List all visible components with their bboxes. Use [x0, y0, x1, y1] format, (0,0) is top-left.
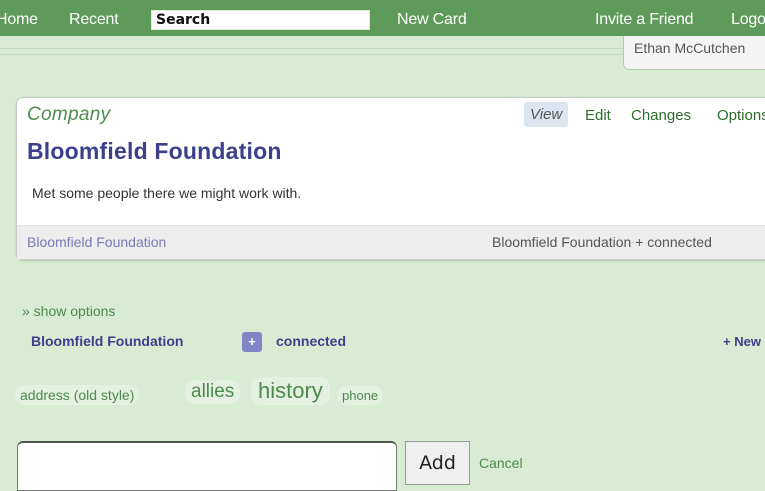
nav-recent-link[interactable]: Recent [69, 11, 119, 29]
nav-invite-link[interactable]: Invite a Friend [595, 11, 694, 29]
card-type-label[interactable]: Company [27, 104, 110, 126]
company-card: Company View Edit Changes Options Bloomf… [16, 97, 765, 260]
user-account-box: Ethan McCutchen [623, 36, 765, 70]
tag-allies[interactable]: allies [185, 380, 241, 404]
plus-icon[interactable]: + [242, 332, 262, 352]
tag-phone[interactable]: phone [337, 386, 384, 405]
add-button[interactable]: Add [405, 441, 470, 485]
footer-connected-link[interactable]: Bloomfield Foundation + connected [492, 234, 712, 250]
search-input[interactable] [151, 10, 370, 30]
nav-new-card-link[interactable]: New Card [397, 11, 467, 29]
relation-right-link[interactable]: connected [276, 333, 346, 349]
divider-line [0, 54, 623, 55]
cancel-link[interactable]: Cancel [479, 455, 523, 471]
footer-card-link[interactable]: Bloomfield Foundation [27, 234, 166, 250]
show-options-link[interactable]: » show options [22, 303, 115, 319]
new-relation-link[interactable]: + New [723, 334, 761, 349]
top-navigation-bar: Home Recent New Card Invite a Friend Log… [0, 0, 765, 36]
tab-view[interactable]: View [524, 102, 569, 127]
card-body-text: Met some people there we might work with… [32, 185, 302, 201]
nav-logout-link[interactable]: Logout [731, 11, 765, 29]
user-name-link[interactable]: Ethan McCutchen [634, 40, 745, 56]
tab-options[interactable]: Options [717, 107, 765, 124]
tag-history[interactable]: history [251, 377, 330, 405]
card-title: Bloomfield Foundation [27, 138, 282, 164]
tag-address-old-style[interactable]: address (old style) [15, 385, 140, 405]
tab-edit[interactable]: Edit [585, 107, 611, 124]
new-tag-input[interactable] [17, 441, 397, 491]
relation-left-link[interactable]: Bloomfield Foundation [31, 333, 183, 349]
nav-home-link[interactable]: Home [0, 11, 38, 29]
tab-changes[interactable]: Changes [631, 107, 691, 124]
card-footer: Bloomfield Foundation Bloomfield Foundat… [17, 225, 765, 259]
